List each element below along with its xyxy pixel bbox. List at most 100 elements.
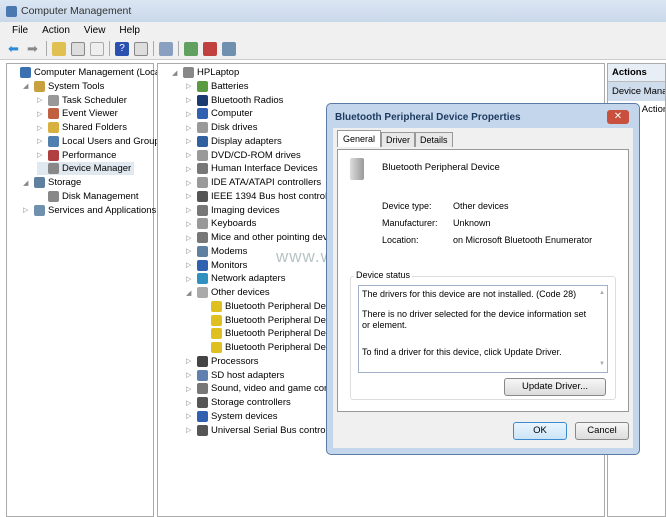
expand-arrow-icon[interactable]: ▷ [186,165,194,173]
expand-arrow-icon[interactable]: ▷ [186,399,194,407]
tree-item[interactable]: ▷ Performance [37,149,116,162]
menu-view[interactable]: View [84,25,106,36]
property-label: Manufacturer: [382,218,438,228]
tree-item[interactable]: ▷ Shared Folders [37,121,127,134]
back-icon[interactable]: ⬅ [8,41,22,56]
expand-arrow-icon[interactable]: ▷ [186,82,194,90]
expand-arrow-icon[interactable]: ▷ [186,426,194,434]
expand-arrow-icon[interactable]: ◢ [23,179,31,187]
menu-help[interactable]: Help [119,25,140,36]
tree-item[interactable]: Computer Management (Local [9,66,162,79]
show-action-pane-icon[interactable] [134,41,148,56]
expand-arrow-icon[interactable]: ▷ [23,206,31,214]
property-label: Location: [382,235,419,245]
scrollbar[interactable]: ▲ ▼ [599,288,605,370]
expand-arrow-icon[interactable]: ▷ [186,179,194,187]
up-folder-icon[interactable] [52,41,66,56]
tree-item[interactable]: ▷ Bluetooth Radios [186,94,283,107]
expand-arrow-icon[interactable]: ▷ [186,206,194,214]
tree-item[interactable]: Disk Management [37,190,139,203]
expand-arrow-icon[interactable]: ▷ [186,371,194,379]
tab-details[interactable]: Details [415,132,453,147]
expand-arrow-icon[interactable]: ▷ [186,234,194,242]
tree-item[interactable]: ▷ Human Interface Devices [186,162,318,175]
expand-arrow-icon[interactable]: ◢ [186,289,194,297]
expand-arrow-icon[interactable]: ▷ [186,412,194,420]
toolbar-separator [153,41,154,56]
tree-item[interactable]: ▷ Processors [186,355,259,368]
expand-arrow-icon[interactable]: ◢ [172,69,180,77]
expand-arrow-icon[interactable]: ▷ [186,385,194,393]
tree-item[interactable]: ▷ Computer [186,107,253,120]
tree-item-icon [197,80,208,92]
help-icon[interactable]: ? [115,41,129,56]
tree-item[interactable]: ▷ Services and Applications [23,204,156,217]
tree-item-icon [197,369,208,381]
tree-item[interactable]: ◢ System Tools [23,80,104,93]
expand-arrow-icon[interactable]: ▷ [37,96,45,104]
tree-item[interactable]: ▷ IDE ATA/ATAPI controllers [186,176,321,189]
export-list-icon[interactable] [90,41,104,56]
tree-item[interactable]: ▷ IEEE 1394 Bus host controllers [186,190,343,203]
tree-item[interactable]: ▷ Batteries [186,80,249,93]
forward-icon[interactable]: ➡ [27,41,41,56]
cancel-button[interactable]: Cancel [575,422,629,440]
expand-arrow-icon[interactable]: ▷ [186,137,194,145]
expand-arrow-icon[interactable]: ▷ [37,110,45,118]
tree-item[interactable]: ▷ DVD/CD-ROM drives [186,149,301,162]
tree-item[interactable]: ▷ Universal Serial Bus controllers [186,424,343,437]
tree-item[interactable]: ▷ Task Scheduler [37,94,127,107]
tree-item-icon [197,410,208,422]
tree-item[interactable]: ▷ SD host adapters [186,369,284,382]
expand-arrow-icon[interactable]: ▷ [37,124,45,132]
tree-item[interactable]: ◢ Storage [23,176,81,189]
tree-item[interactable]: ▷ Modems [186,245,247,258]
expand-arrow-icon[interactable]: ▷ [186,192,194,200]
tree-item[interactable]: Bluetooth Peripheral Device [200,300,343,313]
tree-item[interactable]: ▷ Monitors [186,259,247,272]
tree-item[interactable]: Bluetooth Peripheral Device [200,314,343,327]
tree-item[interactable]: ▷ Network adapters [186,272,285,285]
scan-hardware-icon[interactable] [159,41,173,56]
show-hide-console-tree-icon[interactable] [71,41,85,56]
actions-device-manager[interactable]: Device Manager [608,82,665,101]
tree-item[interactable]: ▷ Storage controllers [186,396,291,409]
update-driver-button[interactable]: Update Driver... [504,378,606,396]
update-driver-icon[interactable] [184,41,198,56]
close-button[interactable]: ✕ [607,110,629,124]
menu-action[interactable]: Action [42,25,70,36]
expand-arrow-icon[interactable]: ▷ [186,220,194,228]
uninstall-icon[interactable] [203,41,217,56]
menu-file[interactable]: File [12,25,28,36]
tree-item[interactable]: ▷ Local Users and Groups [37,135,164,148]
device-status-textbox[interactable]: The drivers for this device are not inst… [358,285,608,373]
tree-item-label: System Tools [48,80,105,92]
tree-item[interactable]: ◢ Other devices [186,286,270,299]
tree-item[interactable]: ▷ Mice and other pointing devices [186,231,345,244]
tree-item[interactable]: Bluetooth Peripheral Device [200,327,343,340]
expand-arrow-icon[interactable]: ▷ [186,261,194,269]
tree-item[interactable]: Device Manager [37,162,135,176]
expand-arrow-icon[interactable]: ▷ [186,110,194,118]
tree-item[interactable]: ◢ HPLaptop [172,66,239,79]
expand-arrow-icon[interactable]: ▷ [186,96,194,104]
ok-button[interactable]: OK [513,422,567,440]
tree-item[interactable]: ▷ Keyboards [186,217,256,230]
expand-arrow-icon[interactable]: ▷ [186,247,194,255]
tab-general[interactable]: General [337,130,382,147]
tree-item[interactable]: ▷ Display adapters [186,135,282,148]
expand-arrow-icon[interactable]: ▷ [186,151,194,159]
expand-arrow-icon[interactable]: ◢ [23,82,31,90]
tree-item[interactable]: ▷ Imaging devices [186,204,280,217]
tab-driver[interactable]: Driver [381,132,416,147]
expand-arrow-icon[interactable]: ▷ [37,151,45,159]
disable-icon[interactable] [222,41,236,56]
expand-arrow-icon[interactable]: ▷ [37,137,45,145]
tree-item[interactable]: Bluetooth Peripheral Device [200,341,343,354]
tree-item[interactable]: ▷ System devices [186,410,278,423]
expand-arrow-icon[interactable]: ▷ [186,124,194,132]
expand-arrow-icon[interactable]: ▷ [186,275,194,283]
expand-arrow-icon[interactable]: ▷ [186,357,194,365]
tree-item[interactable]: ▷ Disk drives [186,121,257,134]
tree-item[interactable]: ▷ Event Viewer [37,107,118,120]
